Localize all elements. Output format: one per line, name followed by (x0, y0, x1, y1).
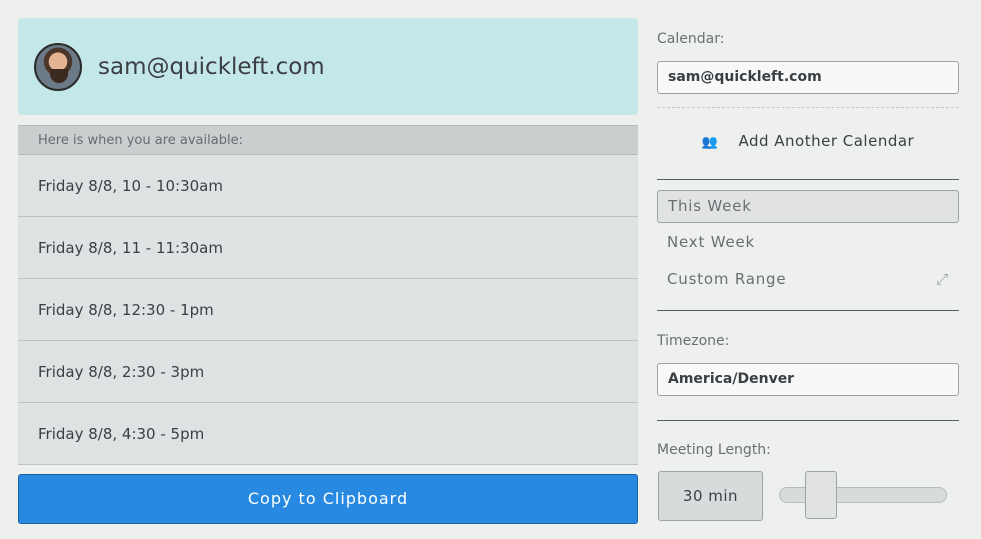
divider (657, 107, 959, 108)
range-custom[interactable]: Custom Range ⤢ (657, 264, 959, 297)
divider (657, 179, 959, 180)
timezone-field[interactable]: America/Denver (657, 363, 959, 396)
divider (657, 420, 959, 421)
time-slot: Friday 8/8, 2:30 - 3pm (18, 341, 638, 403)
slider-handle[interactable] (804, 471, 837, 519)
time-slot: Friday 8/8, 12:30 - 1pm (18, 279, 638, 341)
divider (657, 310, 959, 311)
expand-icon[interactable]: ⤢ (936, 264, 949, 295)
time-slot: Friday 8/8, 10 - 10:30am (18, 155, 638, 217)
calendar-field[interactable]: sam@quickleft.com (657, 61, 959, 94)
avatar (34, 42, 82, 91)
time-slot: Friday 8/8, 4:30 - 5pm (18, 403, 638, 465)
availability-panel: sam@quickleft.com Here is when you are a… (18, 18, 638, 465)
calendar-label: Calendar: (657, 31, 725, 47)
timezone-label: Timezone: (657, 333, 730, 349)
availability-header: Here is when you are available: (18, 125, 638, 155)
range-this-week[interactable]: This Week (657, 190, 959, 223)
add-calendar-label: Add Another Calendar (738, 132, 915, 150)
meeting-length-label: Meeting Length: (657, 442, 771, 458)
range-custom-label: Custom Range (667, 270, 787, 288)
meeting-length-value: 30 min (658, 471, 763, 521)
add-another-calendar-button[interactable]: 👥 Add Another Calendar (657, 132, 959, 156)
copy-to-clipboard-button[interactable]: Copy to Clipboard (18, 474, 638, 524)
users-icon: 👥 (701, 135, 719, 150)
range-next-week[interactable]: Next Week (657, 227, 959, 260)
profile-email: sam@quickleft.com (98, 53, 325, 80)
time-slot: Friday 8/8, 11 - 11:30am (18, 217, 638, 279)
profile-header: sam@quickleft.com (18, 18, 638, 115)
